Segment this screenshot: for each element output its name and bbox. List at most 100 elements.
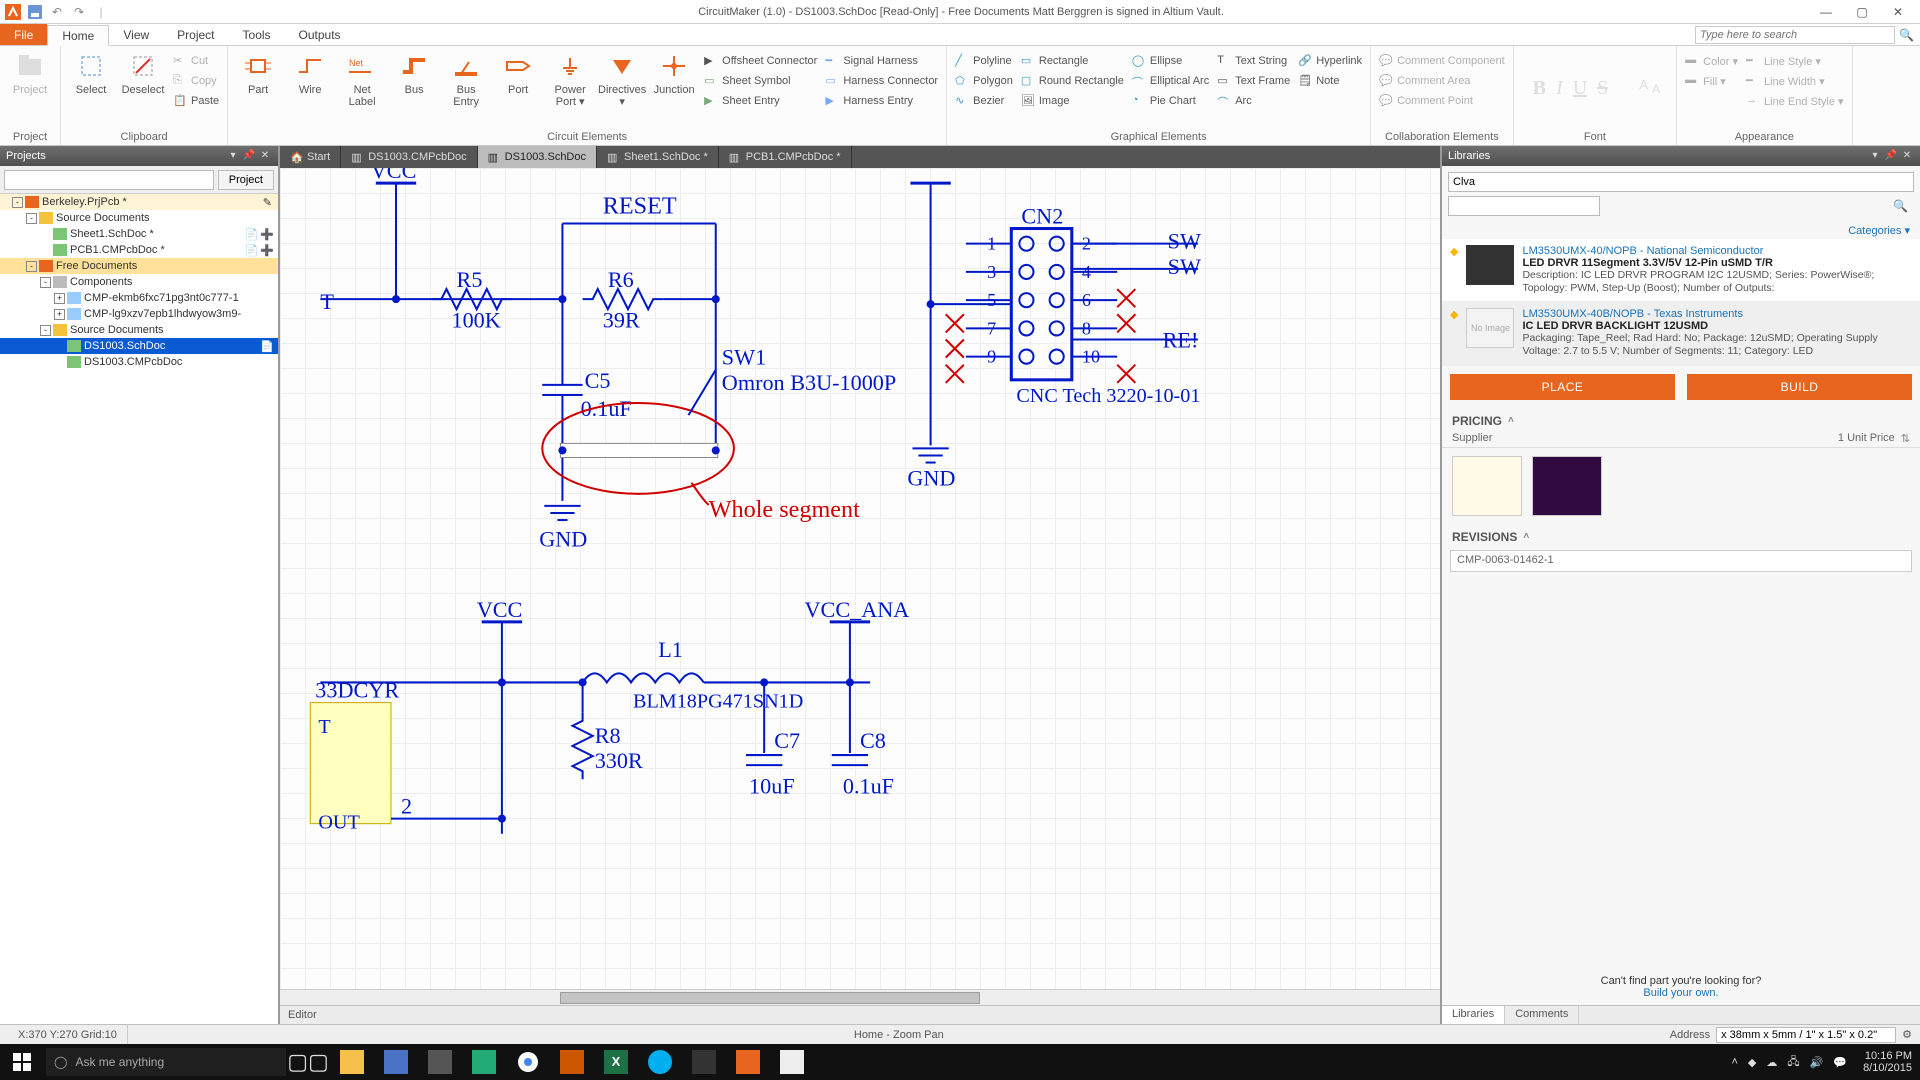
tb-app3-icon[interactable] bbox=[550, 1044, 594, 1080]
chevron-up-icon[interactable]: ˄ bbox=[1523, 531, 1529, 542]
horizontal-scrollbar[interactable] bbox=[280, 989, 1440, 1005]
comment-point-button[interactable]: 💬Comment Point bbox=[1377, 92, 1507, 110]
text-string-button[interactable]: TText String bbox=[1215, 52, 1292, 70]
ellipse-button[interactable]: ◯Ellipse bbox=[1130, 52, 1211, 70]
tray-up-icon[interactable]: ˄ bbox=[1731, 1056, 1737, 1068]
bus-button[interactable]: Bus bbox=[390, 48, 438, 96]
bold-button[interactable]: B bbox=[1533, 77, 1546, 100]
footprint-preview[interactable] bbox=[1532, 456, 1602, 516]
line-style-button[interactable]: ━Line Style ▾ bbox=[1744, 52, 1846, 70]
tree-row[interactable]: DS1003.SchDoc📄 bbox=[0, 338, 278, 354]
build-button[interactable]: BUILD bbox=[1687, 374, 1912, 400]
tb-circuitmaker-icon[interactable] bbox=[726, 1044, 770, 1080]
offsheet-button[interactable]: ▶Offsheet Connector bbox=[702, 52, 819, 70]
part-button[interactable]: Part bbox=[234, 48, 282, 96]
tab-comments[interactable]: Comments bbox=[1505, 1006, 1579, 1024]
font-size-down-icon[interactable]: A bbox=[1652, 82, 1660, 96]
tb-excel-icon[interactable]: X bbox=[594, 1044, 638, 1080]
library-item[interactable]: ◆ LM3530UMX-40/NOPB - National Semicondu… bbox=[1442, 239, 1920, 302]
build-own-link[interactable]: Build your own. bbox=[1643, 987, 1718, 999]
close-button[interactable]: ✕ bbox=[1880, 0, 1916, 24]
harness-entry-button[interactable]: ▶Harness Entry bbox=[823, 92, 940, 110]
redo-icon[interactable]: ↷ bbox=[70, 3, 88, 21]
search-icon[interactable]: 🔍 bbox=[1893, 199, 1908, 213]
tree-row[interactable]: +CMP-lg9xzv7epb1lhdwyow3m9- bbox=[0, 306, 278, 322]
paste-button[interactable]: 📋Paste bbox=[171, 92, 221, 110]
place-button[interactable]: PLACE bbox=[1450, 374, 1675, 400]
project-tree[interactable]: -Berkeley.PrjPcb *✎-Source DocumentsShee… bbox=[0, 194, 278, 1024]
tree-row[interactable]: -Source Documents bbox=[0, 322, 278, 338]
italic-button[interactable]: I bbox=[1556, 77, 1563, 100]
round-rect-button[interactable]: ▢Round Rectangle bbox=[1019, 72, 1126, 90]
cortana-search[interactable]: ◯Ask me anything bbox=[46, 1048, 286, 1076]
tree-row[interactable]: DS1003.CMPcbDoc bbox=[0, 354, 278, 370]
tb-chrome-icon[interactable] bbox=[506, 1044, 550, 1080]
system-tray[interactable]: ˄ ◆ ☁ 🖧 🔊 💬 bbox=[1723, 1053, 1855, 1072]
doc-tab[interactable]: ▥Sheet1.SchDoc * bbox=[597, 146, 719, 168]
deselect-button[interactable]: Deselect bbox=[119, 48, 167, 96]
undo-icon[interactable]: ↶ bbox=[48, 3, 66, 21]
copy-button[interactable]: ⎘Copy bbox=[171, 72, 221, 90]
polygon-button[interactable]: ⬠Polygon bbox=[953, 72, 1015, 90]
maximize-button[interactable]: ▢ bbox=[1844, 0, 1880, 24]
select-button[interactable]: Select bbox=[67, 48, 115, 96]
view-tab[interactable]: View bbox=[109, 24, 163, 45]
minimize-button[interactable]: — bbox=[1808, 0, 1844, 24]
search-icon[interactable]: 🔍 bbox=[1899, 28, 1914, 42]
tray-app-icon[interactable]: ◆ bbox=[1748, 1056, 1756, 1069]
tree-row[interactable]: -Free Documents bbox=[0, 258, 278, 274]
tb-app2-icon[interactable] bbox=[418, 1044, 462, 1080]
color-button[interactable]: ▬Color ▾ bbox=[1683, 52, 1740, 70]
status-gear-icon[interactable]: ⚙ bbox=[1902, 1028, 1912, 1041]
power-port-button[interactable]: Power Port ▾ bbox=[546, 48, 594, 108]
dimension-input[interactable] bbox=[1716, 1027, 1896, 1043]
comment-area-button[interactable]: 💬Comment Area bbox=[1377, 72, 1507, 90]
tray-notify-icon[interactable]: 💬 bbox=[1833, 1056, 1847, 1069]
note-button[interactable]: 🗒Note bbox=[1296, 72, 1364, 90]
text-frame-button[interactable]: ▭Text Frame bbox=[1215, 72, 1292, 90]
tray-network-icon[interactable]: 🖧 bbox=[1787, 1053, 1799, 1072]
categories-link[interactable]: Categories ▾ bbox=[1442, 222, 1920, 239]
tb-explorer-icon[interactable] bbox=[330, 1044, 374, 1080]
signal-harness-button[interactable]: ━Signal Harness bbox=[823, 52, 940, 70]
underline-button[interactable]: U bbox=[1573, 77, 1587, 100]
polyline-button[interactable]: ╱Polyline bbox=[953, 52, 1015, 70]
harness-connector-button[interactable]: ▭Harness Connector bbox=[823, 72, 940, 90]
editor-tab[interactable]: Editor bbox=[288, 1009, 317, 1021]
save-icon[interactable] bbox=[26, 3, 44, 21]
ribbon-search-input[interactable] bbox=[1695, 26, 1895, 44]
net-label-button[interactable]: NetNet Label bbox=[338, 48, 386, 108]
directives-button[interactable]: Directives ▾ bbox=[598, 48, 646, 108]
strike-button[interactable]: S bbox=[1597, 77, 1608, 100]
arc-button[interactable]: ⌒Arc bbox=[1215, 92, 1292, 110]
font-size-up-icon[interactable]: A bbox=[1639, 77, 1648, 100]
tools-tab[interactable]: Tools bbox=[229, 24, 285, 45]
taskbar-clock[interactable]: 10:16 PM8/10/2015 bbox=[1855, 1050, 1920, 1074]
tb-paint-icon[interactable] bbox=[770, 1044, 814, 1080]
bus-entry-button[interactable]: Bus Entry bbox=[442, 48, 490, 108]
lib-dropdown-icon[interactable]: ▾ bbox=[1868, 149, 1882, 163]
cut-button[interactable]: ✂Cut bbox=[171, 52, 221, 70]
task-view-button[interactable]: ▢▢ bbox=[286, 1044, 330, 1080]
tree-row[interactable]: -Source Documents bbox=[0, 210, 278, 226]
schematic-canvas[interactable]: .wb{stroke:#0018c8;stroke-width:2;fill:n… bbox=[280, 168, 1440, 989]
outputs-tab[interactable]: Outputs bbox=[285, 24, 355, 45]
symbol-preview[interactable] bbox=[1452, 456, 1522, 516]
hyperlink-button[interactable]: 🔗Hyperlink bbox=[1296, 52, 1364, 70]
project-button[interactable]: Project bbox=[6, 48, 54, 96]
start-button[interactable] bbox=[0, 1044, 44, 1080]
lib-filter-input[interactable] bbox=[1448, 196, 1600, 216]
file-menu[interactable]: File bbox=[0, 24, 47, 45]
library-item[interactable]: ◆ No Image LM3530UMX-40B/NOPB - Texas In… bbox=[1442, 302, 1920, 365]
tree-row[interactable]: -Berkeley.PrjPcb *✎ bbox=[0, 194, 278, 210]
doc-tab[interactable]: ▥DS1003.CMPcbDoc bbox=[341, 146, 477, 168]
doc-tab[interactable]: ▥DS1003.SchDoc bbox=[478, 146, 597, 168]
tree-row[interactable]: PCB1.CMPcbDoc *📄➕ bbox=[0, 242, 278, 258]
home-tab[interactable]: Home bbox=[47, 25, 109, 46]
junction-button[interactable]: Junction bbox=[650, 48, 698, 96]
tb-skype-icon[interactable] bbox=[638, 1044, 682, 1080]
tray-volume-icon[interactable]: 🔊 bbox=[1810, 1056, 1824, 1069]
rectangle-button[interactable]: ▭Rectangle bbox=[1019, 52, 1126, 70]
tb-store-icon[interactable] bbox=[462, 1044, 506, 1080]
project-filter-input[interactable] bbox=[4, 170, 214, 190]
